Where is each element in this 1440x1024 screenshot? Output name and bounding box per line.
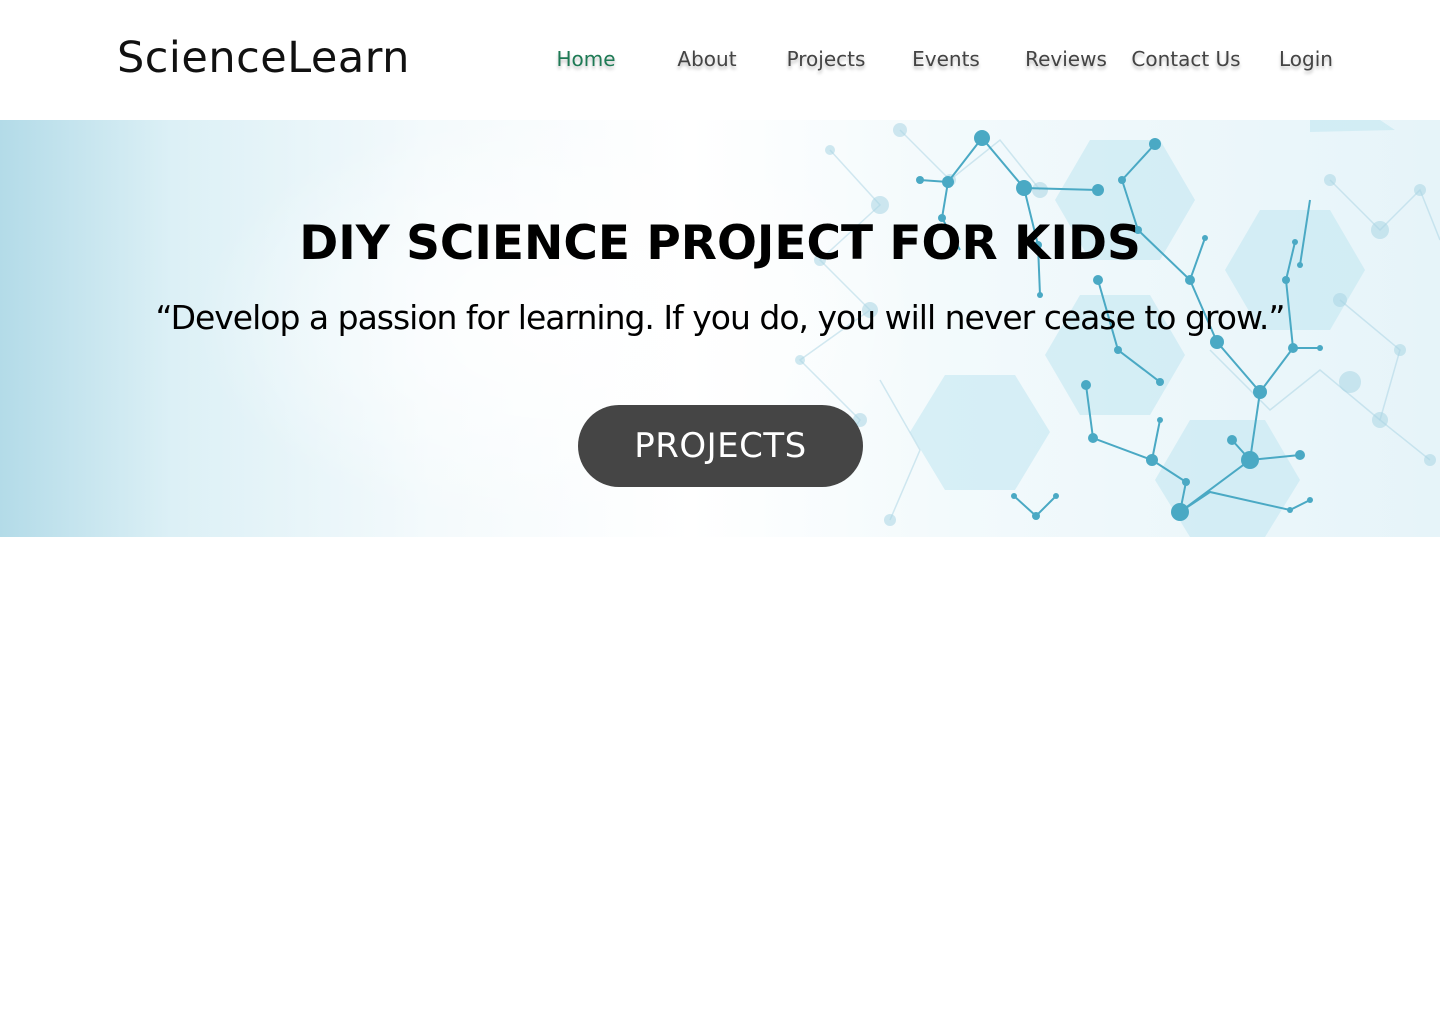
nav-home[interactable]: Home (526, 47, 646, 71)
nav-events[interactable]: Events (886, 47, 1006, 71)
nav-login[interactable]: Login (1246, 47, 1366, 71)
nav-about[interactable]: About (647, 47, 767, 71)
hero-title: DIY SCIENCE PROJECT FOR KIDS (299, 216, 1141, 271)
hero-banner: DIY SCIENCE PROJECT FOR KIDS “Develop a … (0, 120, 1440, 537)
nav-contact-us[interactable]: Contact Us (1126, 47, 1246, 71)
projects-button[interactable]: PROJECTS (578, 405, 863, 487)
brand-logo[interactable]: ScienceLearn (117, 33, 410, 83)
nav-projects[interactable]: Projects (766, 47, 886, 71)
nav-reviews[interactable]: Reviews (1006, 47, 1126, 71)
hero-quote: “Develop a passion for learning. If you … (155, 298, 1285, 337)
site-header: ScienceLearn Home About Projects Events … (0, 0, 1440, 120)
